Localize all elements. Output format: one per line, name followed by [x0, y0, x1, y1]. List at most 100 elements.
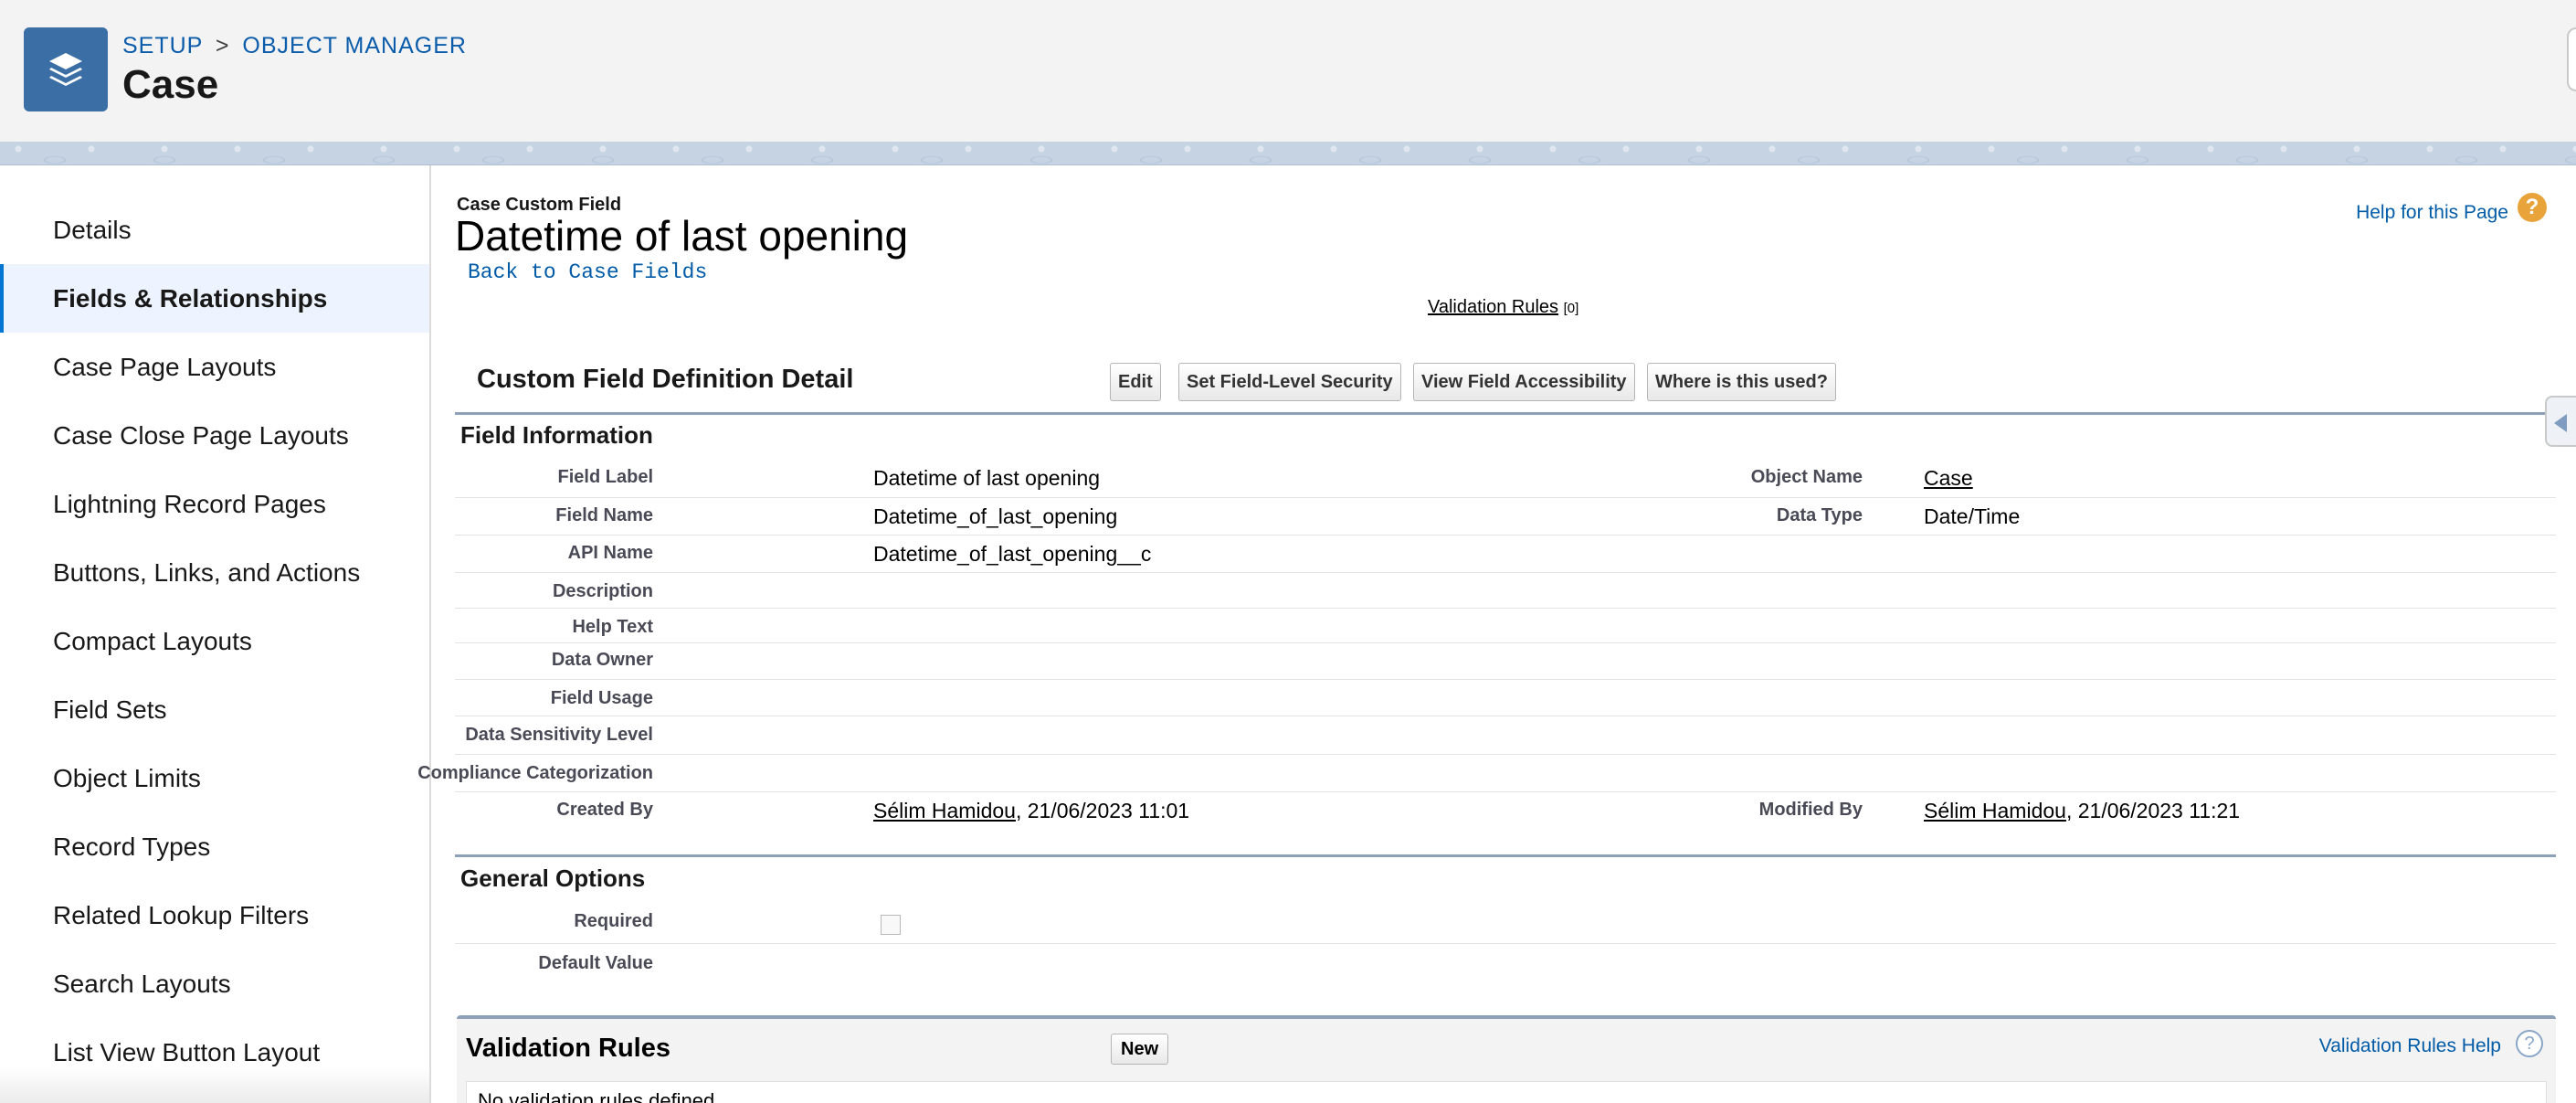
header-pattern-strip — [0, 142, 2576, 165]
sidebar-item-object-limits[interactable]: Object Limits — [0, 744, 429, 812]
help-for-this-page-link[interactable]: Help for this Page — [2356, 202, 2508, 224]
object-name-label: Object Name — [1750, 467, 1863, 487]
description-label: Description — [552, 581, 653, 601]
sidebar-item-label: Field Sets — [53, 695, 167, 724]
breadcrumb-setup[interactable]: SETUP — [122, 33, 203, 58]
required-row: Required — [455, 902, 2556, 944]
api-name-value: Datetime_of_last_opening__c — [873, 542, 1152, 566]
api-name-label: API Name — [567, 543, 653, 563]
sidebar-item-label: Lightning Record Pages — [53, 489, 326, 518]
sidebar-item-label: Buttons, Links, and Actions — [53, 557, 361, 587]
sidebar-item-label: Fields & Relationships — [53, 283, 328, 313]
general-options-rule — [455, 854, 2556, 857]
help-text-row: Help Text — [455, 609, 2556, 643]
sidebar-item-record-types[interactable]: Record Types — [0, 812, 429, 881]
default-value-row: Default Value — [455, 944, 2556, 984]
compliance-row: Compliance Categorization — [417, 755, 2556, 792]
validation-rules-title: Validation Rules — [466, 1034, 670, 1063]
compliance-label: Compliance Categorization — [417, 763, 653, 783]
data-owner-row: Data Owner — [455, 643, 2556, 680]
sidebar-item-label: Case Close Page Layouts — [53, 420, 349, 450]
sidebar-item-compact-layouts[interactable]: Compact Layouts — [0, 607, 429, 675]
object-manager-sidebar: Details Fields & Relationships Case Page… — [0, 165, 431, 1103]
created-by-date: , 21/06/2023 11:01 — [1015, 799, 1190, 822]
sidebar-item-details[interactable]: Details — [0, 196, 429, 264]
modified-by-label: Modified By — [1758, 800, 1863, 820]
data-type-value: Date/Time — [1924, 504, 2021, 528]
new-validation-rule-button[interactable]: New — [1111, 1034, 1169, 1065]
sidebar-item-label: Compact Layouts — [53, 626, 252, 655]
field-name-label: Field Name — [555, 505, 653, 525]
field-usage-row: Field Usage — [455, 680, 2556, 716]
setup-header: SETUP > OBJECT MANAGER Case — [0, 0, 2576, 142]
sidebar-item-case-page-layouts[interactable]: Case Page Layouts — [0, 333, 429, 401]
required-checkbox — [881, 915, 901, 935]
help-text-label: Help Text — [572, 617, 653, 637]
sidebar-item-label: Case Page Layouts — [53, 352, 277, 381]
sidebar-item-search-layouts[interactable]: Search Layouts — [0, 949, 429, 1018]
detail-section-title: Custom Field Definition Detail — [477, 365, 854, 394]
field-name-row: Field Name Datetime_of_last_opening Data… — [455, 498, 2556, 536]
general-options-heading: General Options — [460, 864, 646, 892]
field-label-label: Field Label — [557, 467, 653, 487]
sidebar-item-label: List View Button Layout — [53, 1037, 321, 1066]
modified-by-value: Sélim Hamidou, 21/06/2023 11:21 — [1924, 799, 2240, 823]
detail-section-rule — [455, 412, 2556, 415]
field-name-value: Datetime_of_last_opening — [873, 504, 1118, 528]
sidebar-item-label: Details — [53, 215, 132, 244]
modified-by-user-link[interactable]: Sélim Hamidou — [1924, 799, 2066, 822]
sidebar-item-case-close-page-layouts[interactable]: Case Close Page Layouts — [0, 401, 429, 470]
field-information-heading: Field Information — [460, 421, 653, 449]
description-row: Description — [455, 573, 2556, 609]
field-label-row: Field Label Datetime of last opening Obj… — [455, 460, 2556, 498]
breadcrumb: SETUP > OBJECT MANAGER — [122, 33, 467, 59]
sidebar-item-label: Search Layouts — [53, 969, 231, 998]
help-icon[interactable]: ? — [2518, 193, 2547, 222]
sidebar-item-field-sets[interactable]: Field Sets — [0, 675, 429, 744]
validation-rules-count: [0] — [1563, 301, 1579, 316]
page-title: Datetime of last opening — [455, 212, 909, 260]
data-sensitivity-label: Data Sensitivity Level — [465, 725, 653, 745]
default-value-label: Default Value — [538, 953, 653, 973]
help-icon[interactable]: ? — [2516, 1030, 2543, 1057]
sidebar-item-fields-relationships[interactable]: Fields & Relationships — [0, 264, 429, 333]
created-by-label: Created By — [556, 800, 653, 820]
field-usage-label: Field Usage — [550, 688, 653, 708]
data-owner-label: Data Owner — [551, 650, 653, 670]
field-label-value: Datetime of last opening — [873, 466, 1101, 490]
sidebar-item-buttons-links-actions[interactable]: Buttons, Links, and Actions — [0, 538, 429, 607]
data-type-label: Data Type — [1776, 505, 1863, 525]
view-field-accessibility-button[interactable]: View Field Accessibility — [1413, 363, 1635, 401]
breadcrumb-object-manager[interactable]: OBJECT MANAGER — [242, 33, 467, 58]
required-label: Required — [574, 911, 653, 931]
main-content: Case Custom Field Datetime of last openi… — [417, 165, 2576, 1103]
collapse-panel-tab[interactable] — [2545, 396, 2576, 447]
sidebar-item-label: Record Types — [53, 832, 211, 861]
audit-row: Created By Sélim Hamidou, 21/06/2023 11:… — [455, 792, 2556, 833]
object-name-link[interactable]: Case — [1924, 466, 1973, 491]
sidebar-fade — [0, 1066, 429, 1103]
back-to-case-fields-link[interactable]: Back to Case Fields — [468, 260, 707, 284]
validation-rules-empty-text: No validation rules defined. — [478, 1089, 721, 1103]
data-sensitivity-row: Data Sensitivity Level — [455, 716, 2556, 755]
utility-panel-handle[interactable] — [2567, 27, 2576, 91]
created-by-user-link[interactable]: Sélim Hamidou — [873, 799, 1016, 822]
breadcrumb-separator: > — [215, 33, 230, 58]
created-by-value: Sélim Hamidou, 21/06/2023 11:01 — [873, 799, 1189, 823]
validation-rules-related-list: Validation Rules New Validation Rules He… — [457, 1015, 2556, 1103]
validation-rules-hover-link: Validation Rules [0] — [1428, 297, 1578, 318]
sidebar-item-lightning-record-pages[interactable]: Lightning Record Pages — [0, 470, 429, 538]
api-name-row: API Name Datetime_of_last_opening__c — [455, 536, 2556, 573]
sidebar-item-label: Related Lookup Filters — [53, 900, 310, 929]
object-manager-icon — [24, 27, 108, 111]
validation-rules-empty-row: No validation rules defined. — [466, 1081, 2547, 1103]
validation-rules-help-link[interactable]: Validation Rules Help — [2319, 1035, 2501, 1057]
sidebar-item-label: Object Limits — [53, 763, 201, 792]
validation-rules-link[interactable]: Validation Rules — [1428, 297, 1558, 317]
set-field-level-security-button[interactable]: Set Field-Level Security — [1178, 363, 1401, 401]
where-is-this-used-button[interactable]: Where is this used? — [1647, 363, 1836, 401]
object-title: Case — [122, 62, 219, 107]
edit-button[interactable]: Edit — [1110, 363, 1161, 401]
sidebar-item-related-lookup-filters[interactable]: Related Lookup Filters — [0, 881, 429, 949]
modified-by-date: , 21/06/2023 11:21 — [2065, 799, 2241, 822]
